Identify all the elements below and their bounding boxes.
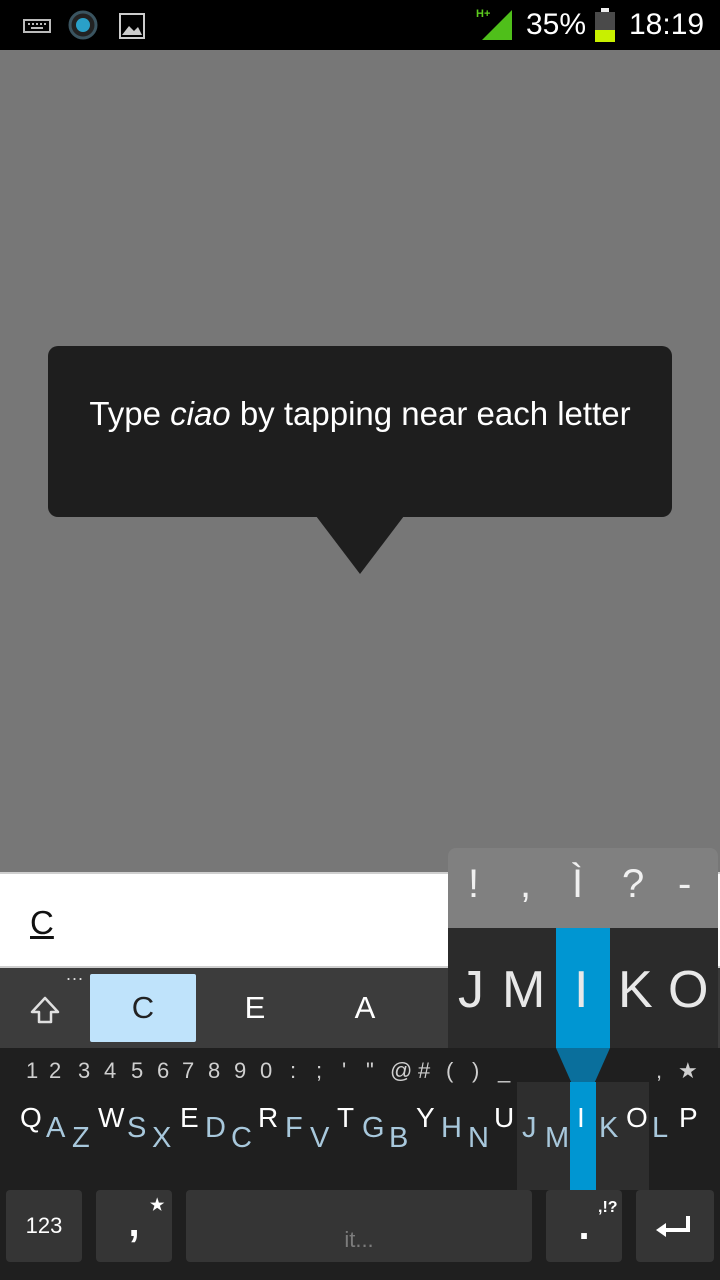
- enter-key[interactable]: [636, 1190, 714, 1262]
- hint-char: 7: [182, 1058, 195, 1083]
- hint-char: 2: [49, 1058, 62, 1083]
- popup-key-m[interactable]: M: [502, 960, 545, 1020]
- hint-char: ): [472, 1058, 480, 1083]
- keyboard-icon: [23, 19, 51, 33]
- signal-icon: H+: [476, 8, 512, 40]
- key-d[interactable]: D: [205, 1112, 226, 1145]
- hint-char: ,: [656, 1058, 663, 1083]
- period-key[interactable]: . ,!?: [546, 1190, 622, 1262]
- clock: 18:19: [629, 8, 705, 41]
- key-c[interactable]: C: [231, 1122, 252, 1155]
- hint-char: 8: [208, 1058, 221, 1083]
- enter-arrow-icon: [656, 1216, 690, 1237]
- key-u[interactable]: U: [494, 1102, 514, 1134]
- suggestion-item[interactable]: A: [312, 974, 418, 1042]
- key-f[interactable]: F: [285, 1112, 303, 1145]
- popup-key-j[interactable]: J: [458, 960, 484, 1020]
- hint-char: _: [498, 1058, 511, 1083]
- comma-key-label: ,: [128, 1201, 140, 1245]
- battery-icon: [595, 8, 615, 42]
- period-key-label: .: [578, 1204, 590, 1248]
- battery-percent: 35%: [526, 8, 587, 41]
- hint-char: ;: [316, 1058, 323, 1083]
- hint-char: 3: [78, 1058, 91, 1083]
- key-w[interactable]: W: [98, 1102, 124, 1134]
- key-r[interactable]: R: [258, 1102, 278, 1134]
- key-y[interactable]: Y: [416, 1102, 435, 1134]
- tooltip-text-after: by tapping near each letter: [230, 395, 631, 432]
- key-t[interactable]: T: [337, 1102, 354, 1134]
- star-icon: ★: [150, 1197, 165, 1214]
- alternate-char[interactable]: -: [678, 862, 691, 907]
- key-x[interactable]: X: [152, 1122, 171, 1155]
- circle-notification-icon: [68, 10, 98, 40]
- suggestion-item[interactable]: C: [90, 974, 196, 1042]
- key-o[interactable]: O: [626, 1102, 648, 1134]
- key-l[interactable]: L: [652, 1112, 668, 1145]
- suggestion-item[interactable]: E: [202, 974, 308, 1042]
- key-h[interactable]: H: [441, 1112, 462, 1145]
- status-bar: H+ 35% 18:19: [0, 0, 720, 50]
- hint-char: 4: [104, 1058, 117, 1083]
- key-q[interactable]: Q: [20, 1102, 42, 1134]
- key-m[interactable]: M: [545, 1122, 569, 1155]
- alternate-char[interactable]: Ì: [572, 862, 583, 907]
- comma-key[interactable]: , ★: [96, 1190, 172, 1262]
- key-j[interactable]: J: [522, 1112, 537, 1145]
- hint-char: #: [418, 1058, 431, 1083]
- hint-char: :: [290, 1058, 297, 1083]
- hint-char: @: [390, 1058, 413, 1083]
- popup-key-i[interactable]: I: [574, 960, 588, 1020]
- network-type: H+: [476, 8, 490, 20]
- key-v[interactable]: V: [310, 1122, 329, 1155]
- key-a[interactable]: A: [46, 1112, 65, 1145]
- shift-key[interactable]: ...: [0, 964, 90, 1048]
- hint-char: 9: [234, 1058, 247, 1083]
- key-s[interactable]: S: [127, 1112, 146, 1145]
- image-icon: [119, 13, 145, 39]
- tooltip-emphasis: ciao: [170, 395, 231, 432]
- typed-text: C: [30, 904, 54, 941]
- hint-char: 1: [26, 1058, 39, 1083]
- punctuation-hint: ,!?: [598, 1199, 618, 1216]
- key-g[interactable]: G: [362, 1112, 385, 1145]
- alternate-char[interactable]: ,: [520, 862, 531, 907]
- more-suggestions-indicator[interactable]: ...: [66, 964, 84, 985]
- key-preview-popup: ! , Ì ? - J M I K O: [448, 848, 718, 1048]
- popup-key-k[interactable]: K: [618, 960, 653, 1020]
- key-e[interactable]: E: [180, 1102, 199, 1134]
- key-k[interactable]: K: [599, 1112, 618, 1145]
- hint-char: 6: [157, 1058, 170, 1083]
- key-n[interactable]: N: [468, 1122, 489, 1155]
- numbers-key[interactable]: 123: [6, 1190, 82, 1262]
- tutorial-tooltip: Type ciao by tapping near each letter: [48, 346, 672, 517]
- alternates-row: ! , Ì ? -: [448, 848, 718, 928]
- hint-char: 0: [260, 1058, 273, 1083]
- key-i-highlight: [570, 1082, 596, 1190]
- alternate-char[interactable]: ?: [622, 862, 644, 907]
- key-z[interactable]: Z: [72, 1122, 90, 1155]
- key-i[interactable]: I: [577, 1102, 585, 1134]
- key-p[interactable]: P: [679, 1102, 698, 1134]
- tooltip-text-before: Type: [89, 395, 171, 432]
- hint-char: ": [366, 1058, 374, 1083]
- key-b[interactable]: B: [389, 1122, 408, 1155]
- star-icon: ★: [678, 1058, 698, 1083]
- hint-char: 5: [131, 1058, 144, 1083]
- tooltip-arrow: [316, 516, 404, 574]
- popup-key-o[interactable]: O: [668, 960, 708, 1020]
- hint-char: ': [342, 1058, 347, 1083]
- hint-char: (: [446, 1058, 454, 1083]
- alternate-char[interactable]: !: [468, 862, 479, 907]
- space-bar[interactable]: it...: [186, 1190, 532, 1262]
